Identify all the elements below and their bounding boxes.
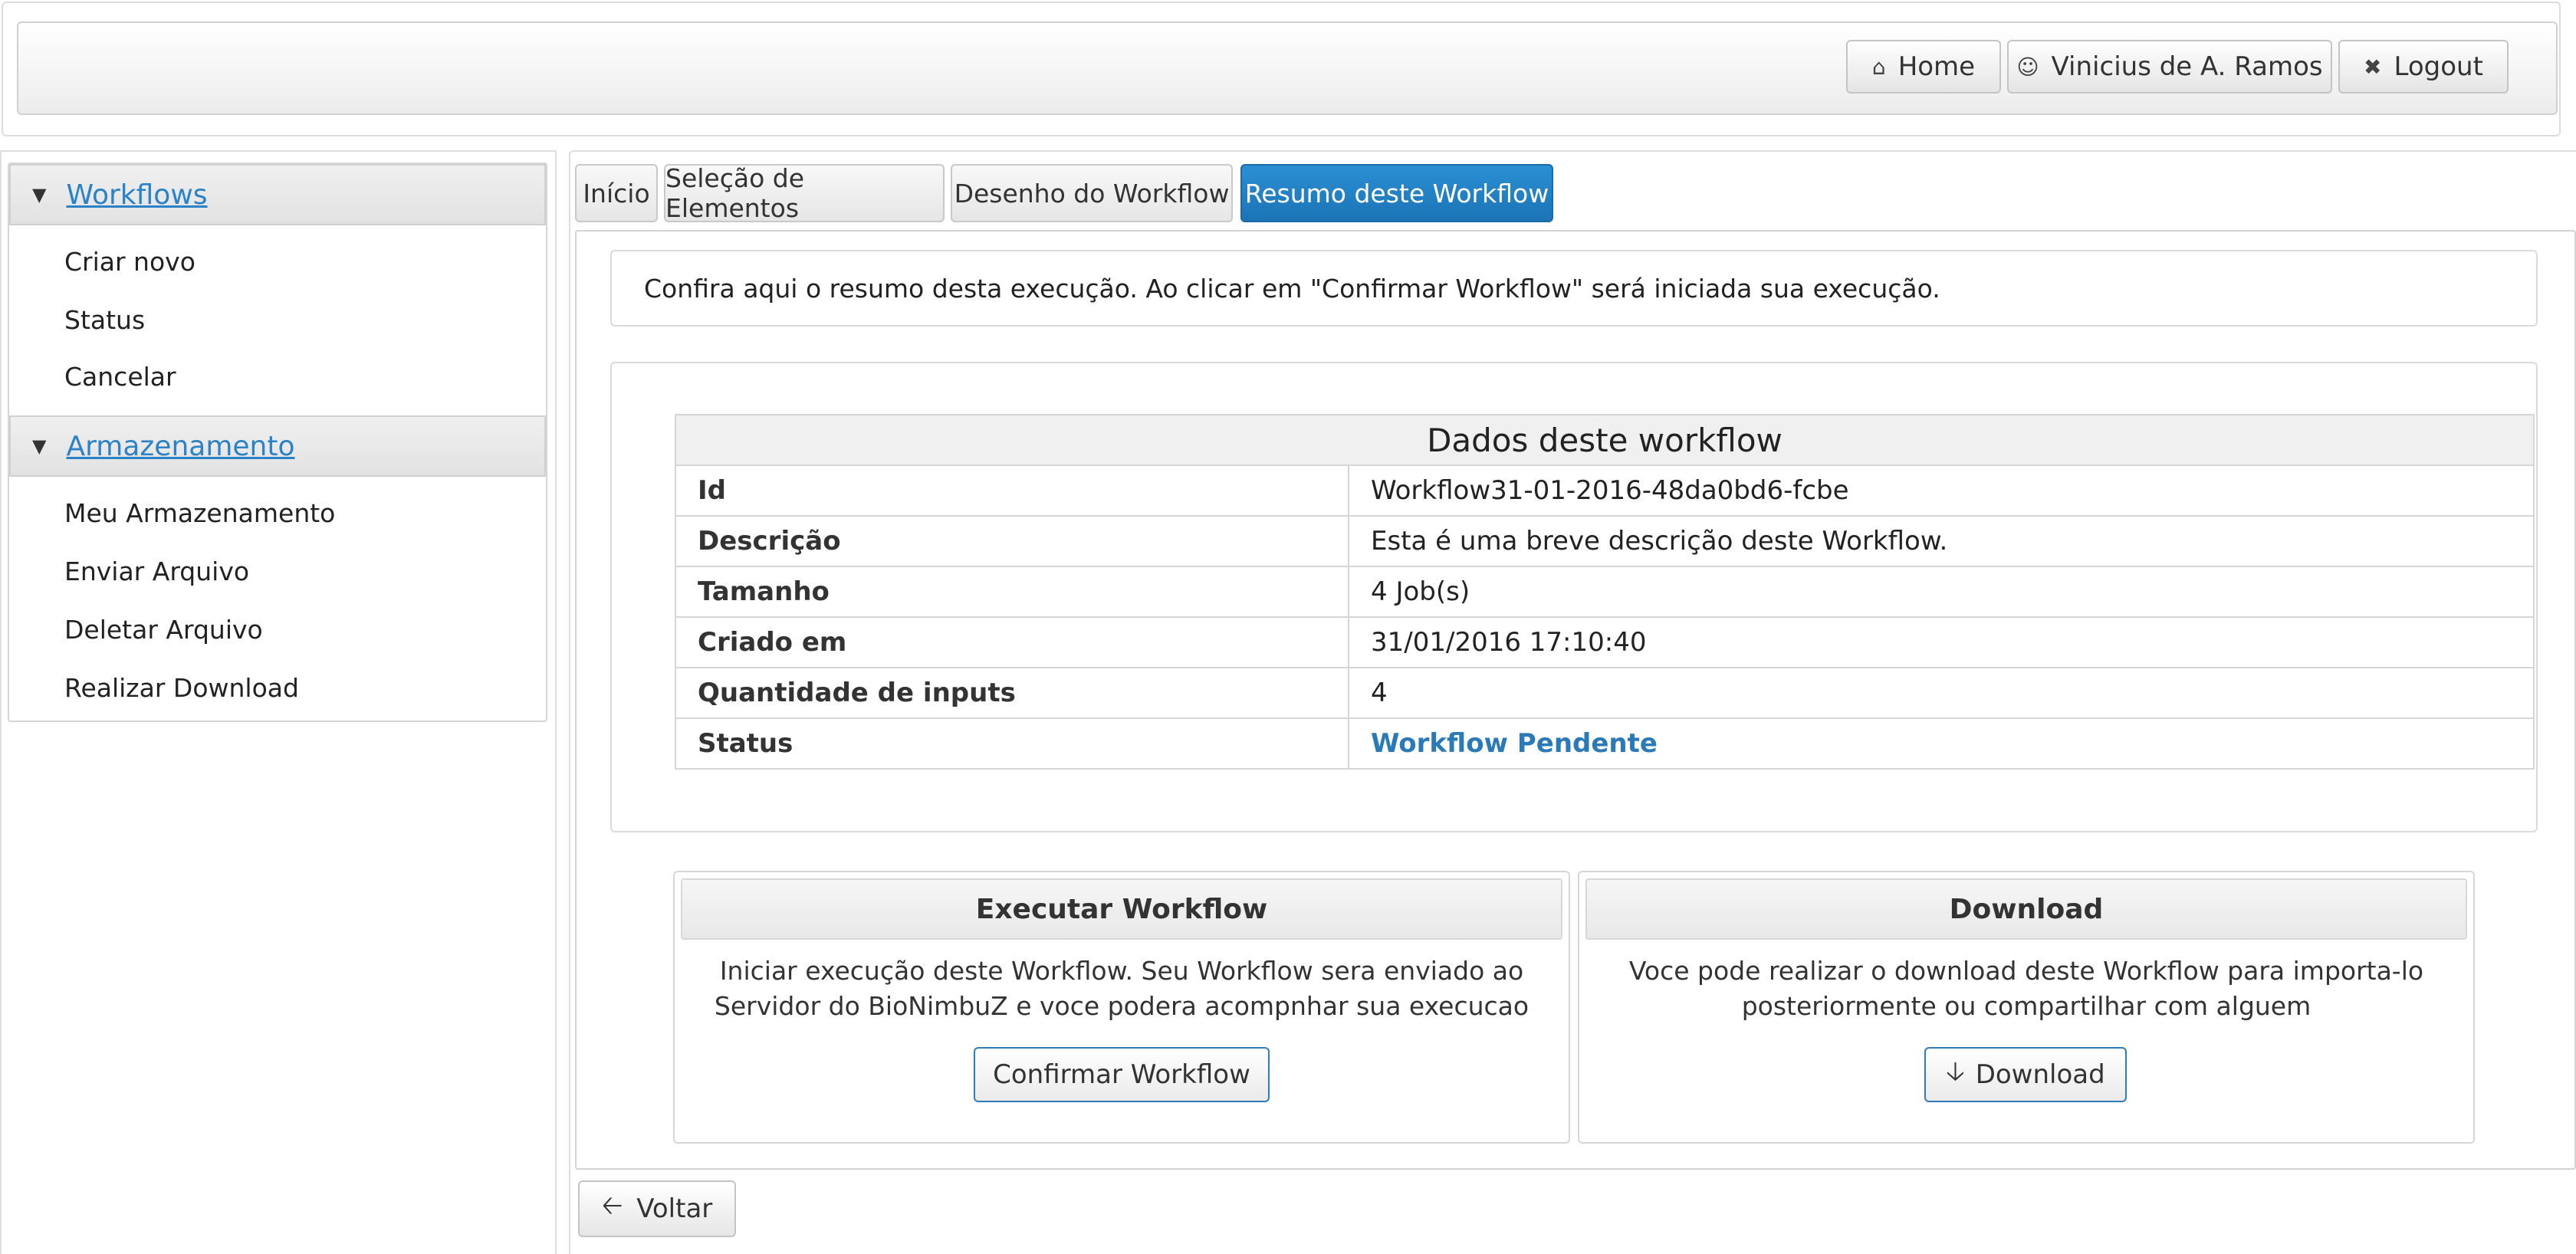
- home-label: Home: [1898, 51, 1976, 82]
- execute-workflow-card: Executar Workflow Iniciar execução deste…: [673, 871, 1570, 1144]
- row-value: 4: [1348, 667, 2535, 719]
- row-key: Id: [675, 465, 1349, 517]
- row-value: 31/01/2016 17:10:40: [1348, 616, 2535, 668]
- download-button[interactable]: 🡣 Download: [1924, 1047, 2127, 1102]
- sidebar-item-enviar-arquivo[interactable]: Enviar Arquivo: [64, 556, 249, 586]
- row-key: Criado em: [675, 616, 1349, 668]
- logout-label: Logout: [2394, 51, 2483, 82]
- sidebar-item-deletar-arquivo[interactable]: Deletar Arquivo: [64, 615, 263, 645]
- close-icon: ✖: [2364, 54, 2382, 80]
- user-icon: ☺: [2016, 54, 2039, 80]
- confirm-workflow-button[interactable]: Confirmar Workflow: [974, 1047, 1270, 1102]
- download-card: Download Voce pode realizar o download d…: [1578, 871, 2475, 1144]
- card-title: Download: [1585, 878, 2467, 940]
- sidebar-section-title[interactable]: Workflows: [66, 179, 207, 211]
- row-key: Tamanho: [675, 566, 1349, 618]
- card-text-line: Voce pode realizar o download deste Work…: [1628, 956, 2424, 986]
- table-row: Id Workflow31-01-2016-48da0bd6-fcbe: [675, 465, 2535, 517]
- triangle-down-icon: ▼: [32, 184, 47, 205]
- back-button[interactable]: 🡠 Voltar: [578, 1180, 736, 1237]
- sidebar-item-realizar-download[interactable]: Realizar Download: [64, 673, 299, 703]
- row-key: Descrição: [675, 515, 1349, 567]
- table-row: Tamanho 4 Job(s): [675, 566, 2535, 618]
- sidebar-item-cancelar[interactable]: Cancelar: [64, 362, 176, 392]
- row-key: Quantidade de inputs: [675, 667, 1349, 719]
- arrow-down-icon: 🡣: [1946, 1055, 1965, 1087]
- triangle-down-icon: ▼: [32, 435, 47, 457]
- card-description: Voce pode realizar o download deste Work…: [1595, 954, 2458, 1024]
- card-text-line: Iniciar execução deste Workflow. Seu Wor…: [719, 956, 1524, 986]
- tab-resumo-deste-workflow[interactable]: Resumo deste Workflow: [1240, 164, 1553, 222]
- logout-button[interactable]: ✖ Logout: [2338, 40, 2509, 94]
- row-value: Esta é uma breve descrição deste Workflo…: [1348, 515, 2535, 567]
- arrow-left-icon: 🡠: [601, 1190, 623, 1221]
- home-icon: ⌂: [1871, 54, 1886, 80]
- row-value: Workflow31-01-2016-48da0bd6-fcbe: [1348, 465, 2535, 517]
- tab-desenho-do-workflow[interactable]: Desenho do Workflow: [951, 164, 1233, 222]
- row-value: 4 Job(s): [1348, 566, 2535, 618]
- user-label: Vinicius de A. Ramos: [2051, 51, 2323, 82]
- back-label: Voltar: [636, 1193, 713, 1224]
- card-text-line: Servidor do BioNimbuZ e voce podera acom…: [714, 991, 1530, 1021]
- sidebar-item-criar-novo[interactable]: Criar novo: [64, 247, 196, 277]
- card-description: Iniciar execução deste Workflow. Seu Wor…: [690, 954, 1553, 1024]
- table-row: Descrição Esta é uma breve descrição des…: [675, 515, 2535, 567]
- info-message: Confira aqui o resumo desta execução. Ao…: [610, 250, 2538, 327]
- confirm-workflow-label: Confirmar Workflow: [993, 1059, 1250, 1090]
- sidebar-section-title[interactable]: Armazenamento: [66, 431, 294, 462]
- table-row: Status Workflow Pendente: [675, 717, 2535, 770]
- row-key: Status: [675, 717, 1349, 770]
- sidebar-item-status[interactable]: Status: [64, 305, 145, 335]
- status-value: Workflow Pendente: [1348, 717, 2535, 770]
- summary-title: Dados deste workflow: [675, 414, 2535, 466]
- card-title: Executar Workflow: [681, 878, 1562, 940]
- table-row: Quantidade de inputs 4: [675, 667, 2535, 719]
- sidebar-item-meu-armazenamento[interactable]: Meu Armazenamento: [64, 498, 335, 528]
- card-text-line: posteriormente ou compartilhar com algue…: [1741, 991, 2312, 1021]
- tab-inicio[interactable]: Início: [575, 164, 658, 222]
- table-row: Criado em 31/01/2016 17:10:40: [675, 616, 2535, 668]
- sidebar-section-workflows[interactable]: ▼ Workflows: [9, 164, 546, 225]
- download-label: Download: [1975, 1059, 2105, 1090]
- info-text: Confira aqui o resumo desta execução. Ao…: [644, 273, 1940, 304]
- summary-table: Dados deste workflow Id Workflow31-01-20…: [675, 414, 2535, 770]
- sidebar: ▼ Workflows Criar novo Status Cancelar ▼…: [8, 162, 547, 722]
- tab-selecao-de-elementos[interactable]: Seleção de Elementos: [664, 163, 945, 223]
- user-button[interactable]: ☺ Vinicius de A. Ramos: [2007, 40, 2332, 94]
- home-button[interactable]: ⌂ Home: [1846, 40, 2001, 94]
- sidebar-section-armazenamento[interactable]: ▼ Armazenamento: [9, 415, 546, 477]
